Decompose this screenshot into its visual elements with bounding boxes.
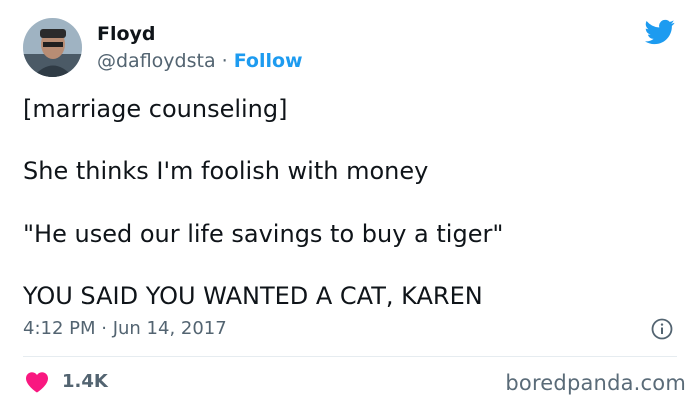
like-count[interactable]: 1.4K bbox=[62, 370, 108, 394]
tweet-text-line: YOU SAID YOU WANTED A CAT, KAREN bbox=[23, 282, 483, 310]
twitter-bird-icon[interactable] bbox=[643, 17, 677, 47]
watermark: boredpanda.com bbox=[505, 371, 686, 395]
user-handle[interactable]: @dafloydsta bbox=[97, 50, 216, 72]
tweet-timestamp[interactable]: 4:12 PM · Jun 14, 2017 bbox=[23, 317, 227, 341]
separator-dot: · bbox=[215, 50, 234, 72]
avatar[interactable] bbox=[23, 18, 82, 77]
tweet-text-line: [marriage counseling] bbox=[23, 95, 288, 123]
heart-icon[interactable] bbox=[25, 371, 49, 393]
tweet-text-line: She thinks I'm foolish with money bbox=[23, 157, 429, 185]
info-icon[interactable] bbox=[651, 318, 673, 340]
tweet-text-line: "He used our life savings to buy a tiger… bbox=[23, 220, 504, 248]
avatar-image bbox=[23, 18, 82, 77]
divider bbox=[23, 356, 677, 357]
display-name[interactable]: Floyd bbox=[97, 22, 156, 46]
follow-button[interactable]: Follow bbox=[234, 50, 303, 72]
handle-row: @dafloydsta · Follow bbox=[97, 49, 303, 73]
